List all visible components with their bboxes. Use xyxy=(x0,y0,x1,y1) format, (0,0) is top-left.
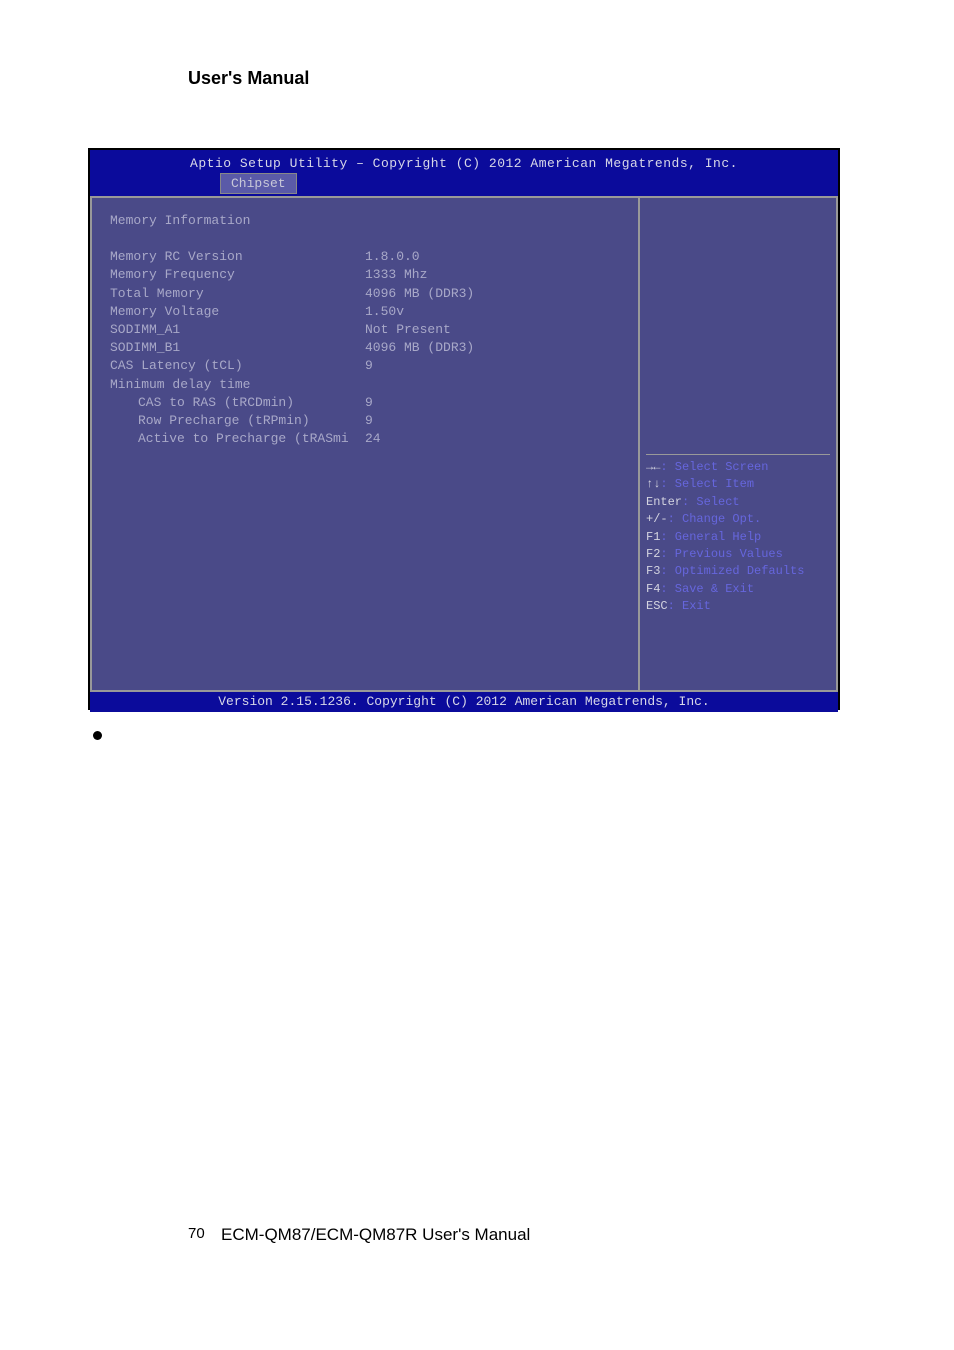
info-row: Active to Precharge (tRASmi24 xyxy=(110,430,620,448)
help-text: : Optimized Defaults xyxy=(660,564,804,578)
page-footer-text: ECM-QM87/ECM-QM87R User's Manual xyxy=(221,1225,530,1245)
help-line: F2: Previous Values xyxy=(646,546,830,563)
info-value: 4096 MB (DDR3) xyxy=(365,285,620,303)
bios-body: Memory Information Memory RC Version1.8.… xyxy=(90,196,838,692)
help-text: : Select Item xyxy=(660,477,754,491)
info-row: SODIMM_A1Not Present xyxy=(110,321,620,339)
help-line: Enter: Select xyxy=(646,494,830,511)
bios-footer-bar: Version 2.15.1236. Copyright (C) 2012 Am… xyxy=(90,692,838,712)
help-line: ESC: Exit xyxy=(646,598,830,615)
info-value: 9 xyxy=(365,394,620,412)
help-key: F3 xyxy=(646,564,660,578)
info-label: Total Memory xyxy=(110,285,365,303)
info-row: Total Memory4096 MB (DDR3) xyxy=(110,285,620,303)
info-value: 4096 MB (DDR3) xyxy=(365,339,620,357)
section-title: Memory Information xyxy=(110,212,620,230)
help-text: : General Help xyxy=(660,530,761,544)
help-key: ↑↓ xyxy=(646,477,660,491)
info-value: 1333 Mhz xyxy=(365,266,620,284)
help-line: F1: General Help xyxy=(646,529,830,546)
help-text: : Exit xyxy=(668,599,711,613)
info-row: Memory RC Version1.8.0.0 xyxy=(110,248,620,266)
info-value: 9 xyxy=(365,357,620,375)
help-line: ↑↓: Select Item xyxy=(646,476,830,493)
info-row: CAS to RAS (tRCDmin)9 xyxy=(110,394,620,412)
bios-tab-row: Chipset xyxy=(90,173,838,194)
help-text: : Select Screen xyxy=(660,460,768,474)
help-text: : Change Opt. xyxy=(668,512,762,526)
page-header: User's Manual xyxy=(188,68,309,89)
help-text: : Select xyxy=(682,495,740,509)
help-key: →← xyxy=(646,460,660,474)
info-label: Active to Precharge (tRASmi xyxy=(110,430,365,448)
help-key: F4 xyxy=(646,582,660,596)
info-label: Memory Frequency xyxy=(110,266,365,284)
help-key: F2 xyxy=(646,547,660,561)
bios-help-panel: →←: Select Screen↑↓: Select ItemEnter: S… xyxy=(638,196,838,692)
info-row: Minimum delay time xyxy=(110,376,620,394)
bullet-marker xyxy=(93,731,102,740)
help-line: →←: Select Screen xyxy=(646,459,830,476)
bios-screenshot: Aptio Setup Utility – Copyright (C) 2012… xyxy=(88,148,840,710)
info-label: CAS Latency (tCL) xyxy=(110,357,365,375)
info-value: 1.8.0.0 xyxy=(365,248,620,266)
help-key: ESC xyxy=(646,599,668,613)
help-line: F3: Optimized Defaults xyxy=(646,563,830,580)
bios-main-panel: Memory Information Memory RC Version1.8.… xyxy=(90,196,638,692)
info-value: Not Present xyxy=(365,321,620,339)
info-label: Minimum delay time xyxy=(110,376,365,394)
bios-title: Aptio Setup Utility – Copyright (C) 2012… xyxy=(90,156,838,171)
info-row: Memory Voltage1.50v xyxy=(110,303,620,321)
page-number: 70 xyxy=(188,1225,205,1242)
help-key: Enter xyxy=(646,495,682,509)
help-line: +/-: Change Opt. xyxy=(646,511,830,528)
info-value xyxy=(365,376,620,394)
info-label: Memory Voltage xyxy=(110,303,365,321)
info-label: Row Precharge (tRPmin) xyxy=(110,412,365,430)
help-key-list: →←: Select Screen↑↓: Select ItemEnter: S… xyxy=(646,454,830,616)
info-value: 24 xyxy=(365,430,620,448)
help-line: F4: Save & Exit xyxy=(646,581,830,598)
help-key: +/- xyxy=(646,512,668,526)
info-row: Row Precharge (tRPmin)9 xyxy=(110,412,620,430)
info-value: 9 xyxy=(365,412,620,430)
info-label: SODIMM_B1 xyxy=(110,339,365,357)
tab-chipset[interactable]: Chipset xyxy=(220,173,297,194)
bios-header-bar: Aptio Setup Utility – Copyright (C) 2012… xyxy=(90,150,838,196)
info-label: SODIMM_A1 xyxy=(110,321,365,339)
info-row: SODIMM_B14096 MB (DDR3) xyxy=(110,339,620,357)
info-row: Memory Frequency1333 Mhz xyxy=(110,266,620,284)
info-row: CAS Latency (tCL)9 xyxy=(110,357,620,375)
info-label: Memory RC Version xyxy=(110,248,365,266)
help-key: F1 xyxy=(646,530,660,544)
info-label: CAS to RAS (tRCDmin) xyxy=(110,394,365,412)
info-value: 1.50v xyxy=(365,303,620,321)
help-text: : Save & Exit xyxy=(660,582,754,596)
help-text: : Previous Values xyxy=(660,547,782,561)
